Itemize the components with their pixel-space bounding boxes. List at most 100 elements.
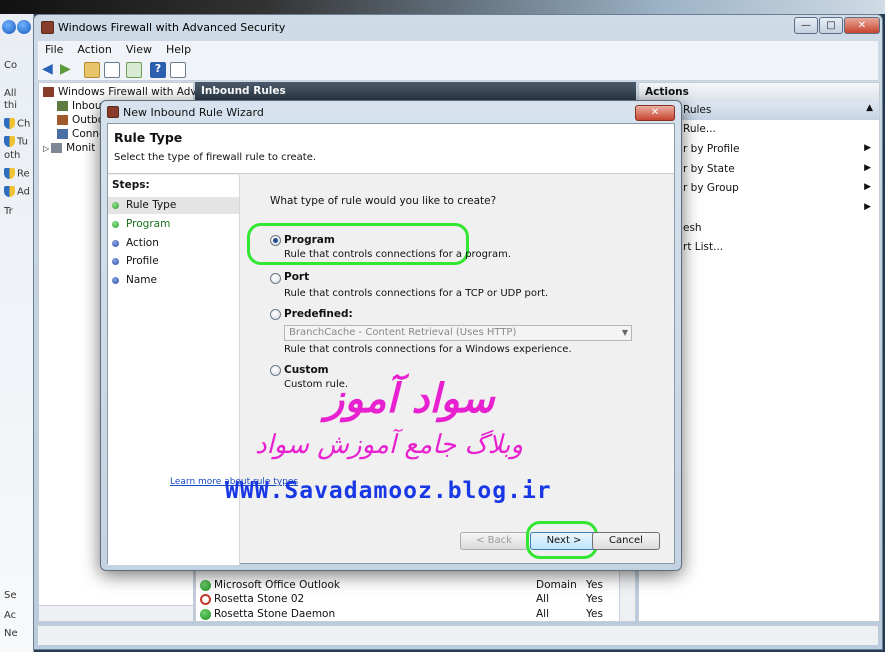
next-button[interactable]: Next > — [530, 532, 598, 550]
show-hide-action-pane-icon[interactable] — [170, 62, 186, 78]
table-row[interactable]: Rosetta Stone 02 All Yes — [200, 593, 625, 608]
side-link[interactable]: Ne — [4, 628, 18, 639]
toolbar: ◀ ▶ ? — [38, 59, 878, 81]
rule-type-content: What type of rule would you like to crea… — [247, 175, 670, 515]
submenu-arrow-icon: ▶ — [864, 202, 871, 212]
step-rule-type[interactable]: Rule Type — [108, 197, 239, 214]
chevron-down-icon: ▼ — [621, 328, 628, 337]
option-program-label[interactable]: Program — [284, 234, 335, 246]
option-predefined-label[interactable]: Predefined: — [284, 308, 353, 320]
background-window: Co All thi Ch Tu oth Re Ad Tr Se Ac Ne — [0, 14, 34, 652]
firewall-icon — [107, 106, 119, 118]
step-bullet-icon — [112, 221, 119, 228]
radio-predefined[interactable] — [270, 309, 281, 320]
menu-action[interactable]: Action — [70, 41, 118, 58]
step-bullet-icon — [112, 240, 119, 247]
forward-arrow-icon[interactable]: ▶ — [60, 62, 76, 78]
step-name[interactable]: Name — [108, 272, 239, 289]
back-button[interactable]: < Back — [460, 532, 528, 550]
option-predefined-desc: Rule that controls connections for a Win… — [284, 344, 572, 355]
side-link[interactable]: Tu — [4, 136, 28, 148]
up-folder-icon[interactable] — [84, 62, 100, 78]
tree-item-monitoring[interactable]: ▷ Monit — [43, 142, 95, 156]
submenu-arrow-icon: ▶ — [864, 182, 871, 192]
center-header: Inbound Rules — [195, 82, 636, 100]
option-port-desc: Rule that controls connections for a TCP… — [284, 288, 549, 299]
enabled-check-icon — [200, 579, 211, 591]
expand-icon[interactable]: ▷ — [43, 144, 49, 153]
actions-header: Actions — [639, 83, 879, 101]
tree-item-outbound[interactable]: Outbo — [57, 114, 104, 128]
side-text: Se — [4, 590, 17, 601]
connection-security-icon — [57, 129, 68, 139]
shield-icon — [4, 136, 15, 147]
table-row[interactable]: Rosetta Stone Daemon All Yes — [200, 608, 625, 623]
watermark-title: سواد آموز — [325, 375, 495, 422]
help-icon[interactable]: ? — [150, 62, 166, 78]
window-title: Windows Firewall with Advanced Security — [58, 21, 286, 34]
predefined-select[interactable]: BranchCache - Content Retrieval (Uses HT… — [284, 325, 632, 341]
step-bullet-icon — [112, 277, 119, 284]
tree-item-connection[interactable]: Conne — [57, 128, 106, 142]
table-row[interactable]: Microsoft Office Outlook Domain Yes — [200, 579, 625, 594]
side-text: oth — [4, 150, 21, 161]
side-link[interactable]: Ad — [4, 186, 30, 198]
maximize-button[interactable]: □ — [819, 17, 843, 34]
back-arrow-icon[interactable]: ◀ — [42, 62, 58, 78]
page-title: Rule Type — [114, 130, 183, 145]
step-action[interactable]: Action — [108, 235, 239, 252]
page-subtitle: Select the type of firewall rule to crea… — [114, 152, 317, 163]
radio-custom[interactable] — [270, 365, 281, 376]
menu-help[interactable]: Help — [159, 41, 198, 58]
shield-icon — [4, 118, 15, 129]
side-text: thi — [4, 100, 18, 111]
radio-port[interactable] — [270, 273, 281, 284]
enabled-check-icon — [200, 608, 211, 620]
monitoring-icon — [51, 143, 63, 153]
option-program-desc: Rule that controls connections for a pro… — [284, 249, 512, 260]
submenu-arrow-icon: ▶ — [864, 163, 871, 173]
firewall-icon — [43, 87, 54, 97]
minimize-button[interactable]: — — [794, 17, 818, 34]
side-link[interactable]: Ch — [4, 118, 30, 130]
inbound-rules-icon — [57, 101, 68, 111]
steps-title: Steps: — [112, 179, 150, 191]
watermark-url: WWW.Savadamooz.blog.ir — [225, 478, 552, 504]
tree-scrollbar[interactable] — [39, 605, 193, 621]
forward-icon[interactable] — [17, 20, 31, 34]
step-profile[interactable]: Profile — [108, 253, 239, 270]
side-link[interactable]: Ac — [4, 610, 16, 621]
collapse-icon[interactable]: ▲ — [866, 103, 873, 113]
export-list-icon[interactable] — [126, 62, 142, 78]
shield-icon — [4, 186, 15, 197]
side-link[interactable]: Tr — [4, 206, 13, 217]
menu-file[interactable]: File — [38, 41, 70, 58]
wizard-button-bar: < Back Next > Cancel — [108, 518, 676, 564]
show-hide-tree-icon[interactable] — [104, 62, 120, 78]
title-bar[interactable]: Windows Firewall with Advanced Security … — [34, 15, 882, 39]
side-text: Co — [4, 60, 18, 71]
step-bullet-icon — [112, 258, 119, 265]
watermark-subtitle: وبلاگ جامع آموزش سواد — [255, 430, 524, 460]
wizard-close-button[interactable]: ✕ — [635, 105, 675, 121]
side-link[interactable]: Re — [4, 168, 30, 180]
submenu-arrow-icon: ▶ — [864, 143, 871, 153]
close-button[interactable]: ✕ — [844, 17, 880, 34]
firewall-icon — [41, 21, 54, 34]
radio-program[interactable] — [270, 235, 281, 246]
back-icon[interactable] — [2, 20, 16, 34]
option-custom-label[interactable]: Custom — [284, 364, 329, 376]
outbound-rules-icon — [57, 115, 68, 125]
option-port-label[interactable]: Port — [284, 271, 309, 283]
back-forward-nav[interactable] — [2, 20, 32, 40]
side-text: All — [4, 88, 17, 99]
desktop-background — [0, 0, 885, 14]
menu-bar: File Action View Help — [38, 41, 878, 59]
cancel-button[interactable]: Cancel — [592, 532, 660, 550]
step-program[interactable]: Program — [108, 216, 239, 233]
shield-icon — [4, 168, 15, 179]
wizard-title: New Inbound Rule Wizard — [123, 106, 264, 119]
menu-view[interactable]: View — [119, 41, 159, 58]
blocked-icon — [200, 593, 211, 605]
status-bar — [38, 625, 878, 645]
